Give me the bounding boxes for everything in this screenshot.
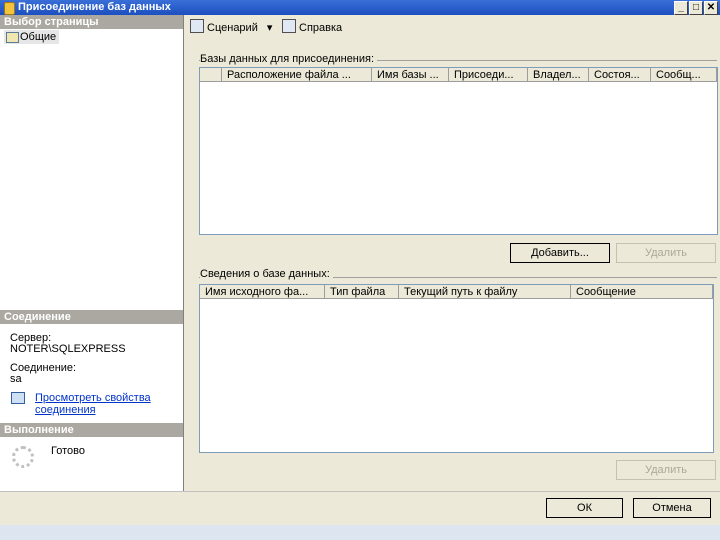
chevron-down-icon[interactable]: ▾ <box>267 22 273 34</box>
attach-col-select[interactable] <box>200 68 222 82</box>
help-label: Справка <box>299 22 343 34</box>
view-connection-properties-link[interactable]: Просмотреть свойства соединения <box>35 392 151 416</box>
progress-header: Выполнение <box>0 423 183 437</box>
help-icon <box>282 19 296 33</box>
link-line-2: соединения <box>35 404 96 416</box>
attach-label: Базы данных для присоединения: <box>200 53 378 65</box>
remove-detail-button[interactable]: Удалить <box>616 460 716 480</box>
script-button[interactable]: Сценарий ▾ <box>190 19 272 35</box>
link-line-1: Просмотреть свойства <box>35 392 151 404</box>
connection-header: Соединение <box>0 310 183 324</box>
close-button[interactable]: ✕ <box>704 1 718 15</box>
cancel-button[interactable]: Отмена <box>633 498 711 518</box>
help-button[interactable]: Справка <box>282 19 342 35</box>
details-col-source-file[interactable]: Имя исходного фа... <box>200 285 325 299</box>
page-item-general[interactable]: Общие <box>4 30 60 44</box>
attach-col-message[interactable]: Сообщ... <box>651 68 717 82</box>
attach-col-dbname[interactable]: Имя базы ... <box>372 68 449 82</box>
server-value: NOTER\SQLEXPRESS <box>10 343 126 355</box>
add-button[interactable]: Добавить... <box>510 243 610 263</box>
script-label: Сценарий <box>207 22 258 34</box>
progress-spinner-icon <box>12 446 34 468</box>
ok-button[interactable]: ОК <box>546 498 623 518</box>
details-col-message[interactable]: Сообщение <box>571 285 713 299</box>
connection-value: sa <box>10 373 22 385</box>
page-icon <box>6 32 19 43</box>
maximize-button[interactable]: □ <box>689 1 703 15</box>
status-text: Готово <box>51 445 85 457</box>
window-title: Присоединение баз данных <box>18 1 171 13</box>
toolbar: Сценарий ▾ Справка <box>184 15 720 37</box>
minimize-button[interactable]: _ <box>674 1 688 15</box>
attach-col-owner[interactable]: Владел... <box>528 68 589 82</box>
details-grid[interactable]: Имя исходного фа... Тип файла Текущий пу… <box>199 284 714 453</box>
details-col-current-path[interactable]: Текущий путь к файлу <box>399 285 571 299</box>
page-item-label: Общие <box>20 31 57 43</box>
database-icon <box>4 2 15 15</box>
remove-database-button[interactable]: Удалить <box>616 243 716 263</box>
left-pane: Выбор страницы Общие Соединение Сервер: … <box>0 15 184 491</box>
connection-properties-icon <box>11 392 25 404</box>
attach-grid[interactable]: Расположение файла ... Имя базы ... Прис… <box>199 67 718 235</box>
attach-col-attach-as[interactable]: Присоеди... <box>449 68 528 82</box>
pages-header: Выбор страницы <box>0 15 183 29</box>
script-icon <box>190 19 204 33</box>
details-label: Сведения о базе данных: <box>200 268 333 280</box>
attach-col-location[interactable]: Расположение файла ... <box>222 68 372 82</box>
attach-col-status[interactable]: Состоя... <box>589 68 651 82</box>
title-bar: Присоединение баз данных _ □ ✕ <box>0 0 720 15</box>
details-col-file-type[interactable]: Тип файла <box>325 285 399 299</box>
taskbar-strip <box>0 525 720 540</box>
